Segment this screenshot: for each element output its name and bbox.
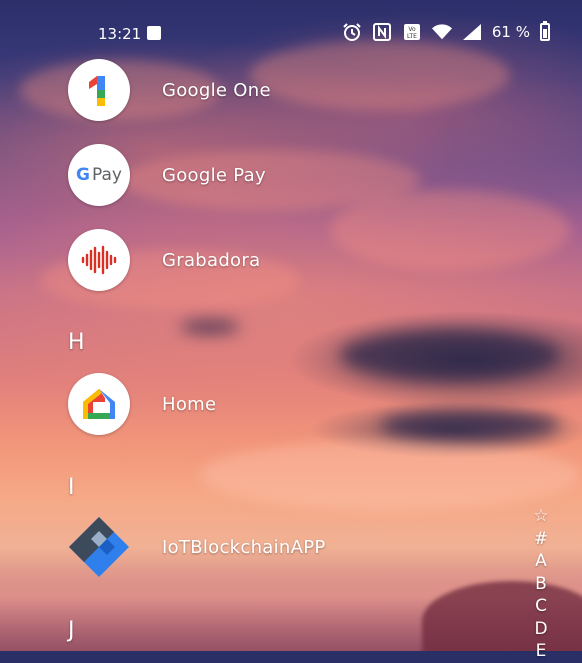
iot-blockchain-icon (68, 516, 130, 578)
index-letter-b[interactable]: B (535, 573, 547, 596)
index-letter-hash[interactable]: # (534, 528, 548, 551)
google-pay-g: G (76, 165, 90, 185)
index-letter-c[interactable]: C (535, 595, 547, 618)
alphabet-scroll-index[interactable]: ☆ # A B C D E (530, 505, 552, 663)
app-google-one[interactable]: Google One (68, 59, 271, 121)
section-header-j: J (68, 618, 75, 643)
google-one-icon (68, 59, 130, 121)
recorder-icon (68, 229, 130, 291)
google-home-icon (68, 373, 130, 435)
index-letter-e[interactable]: E (536, 640, 547, 663)
app-iotblockchainapp[interactable]: IoTBlockchainAPP (68, 516, 326, 578)
favorites-star-index[interactable]: ☆ (533, 505, 548, 528)
app-label: Grabadora (162, 249, 261, 271)
app-home[interactable]: Home (68, 373, 216, 435)
app-label: IoTBlockchainAPP (162, 536, 326, 558)
google-pay-icon: G Pay (68, 144, 130, 206)
app-grabadora[interactable]: Grabadora (68, 229, 260, 291)
app-label: Home (162, 393, 217, 415)
app-label: Google Pay (162, 164, 266, 186)
app-label: Google One (162, 79, 271, 101)
app-drawer-list: Google One G Pay Google Pay Grabadora H … (0, 0, 582, 651)
section-header-h: H (68, 330, 85, 355)
index-letter-a[interactable]: A (535, 550, 547, 573)
app-google-pay[interactable]: G Pay Google Pay (68, 144, 266, 206)
google-pay-text: Pay (92, 165, 122, 185)
section-header-i: I (68, 475, 75, 500)
index-letter-d[interactable]: D (534, 618, 547, 641)
